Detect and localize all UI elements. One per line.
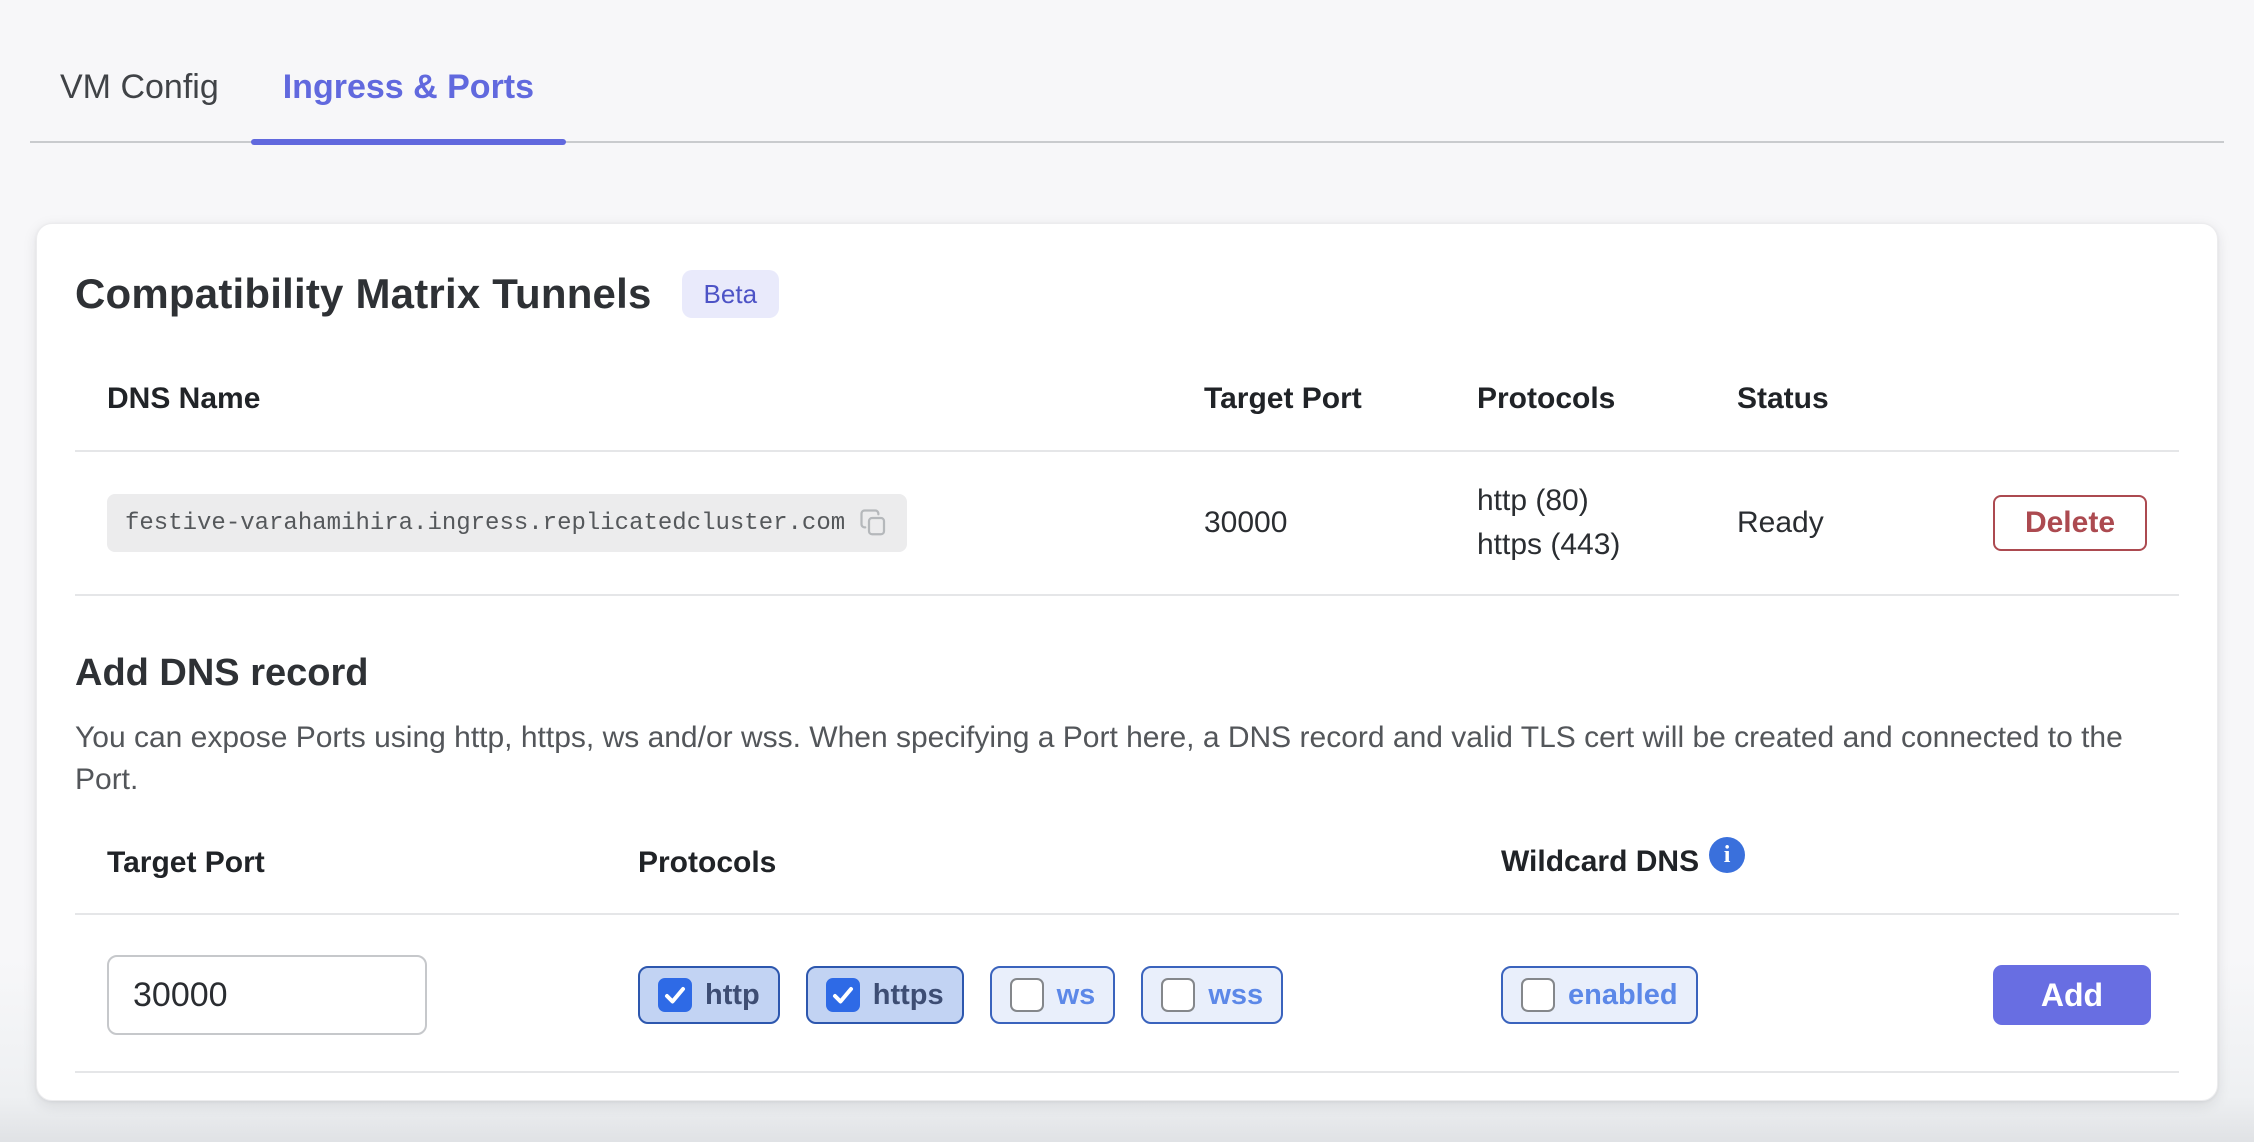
info-icon[interactable]: i — [1709, 837, 1745, 873]
column-header-dns-name: DNS Name — [107, 382, 1204, 416]
delete-button[interactable]: Delete — [1993, 495, 2147, 551]
tab-ingress-ports[interactable]: Ingress & Ports — [251, 68, 566, 141]
row-target-port: 30000 — [1204, 506, 1477, 540]
checkbox-box — [1521, 978, 1555, 1012]
beta-badge: Beta — [682, 270, 780, 318]
checkbox-http[interactable]: http — [638, 966, 780, 1024]
card-title-row: Compatibility Matrix Tunnels Beta — [75, 224, 2179, 318]
table-row: festive-varahamihira.ingress.replicatedc… — [75, 452, 2179, 596]
checkbox-https[interactable]: https — [806, 966, 964, 1024]
form-label-row: Target Port Protocols Wildcard DNS i — [75, 845, 2179, 915]
add-dns-description: You can expose Ports using http, https, … — [75, 717, 2145, 801]
checkbox-wildcard-enabled[interactable]: enabled — [1501, 966, 1698, 1024]
row-status: Ready — [1737, 506, 1993, 540]
tab-bar: VM Config Ingress & Ports — [30, 0, 2224, 143]
column-header-status: Status — [1737, 382, 2147, 416]
checkbox-box — [826, 978, 860, 1012]
row-protocol-https: https (443) — [1477, 528, 1737, 562]
label-target-port: Target Port — [107, 846, 638, 880]
column-header-target-port: Target Port — [1204, 382, 1477, 416]
add-dns-heading: Add DNS record — [75, 652, 2179, 695]
checkbox-box — [1161, 978, 1195, 1012]
add-dns-form-row: http https ws — [75, 915, 2179, 1071]
checkbox-ws-label: ws — [1057, 981, 1096, 1010]
card-footer — [75, 1071, 2179, 1101]
add-button[interactable]: Add — [1993, 965, 2151, 1025]
dns-name-value: festive-varahamihira.ingress.replicatedc… — [125, 510, 845, 537]
label-wildcard-dns: Wildcard DNS — [1501, 845, 1699, 879]
checkbox-ws[interactable]: ws — [990, 966, 1116, 1024]
checkbox-wss-label: wss — [1208, 981, 1263, 1010]
checkbox-enabled-label: enabled — [1568, 981, 1678, 1010]
checkbox-http-label: http — [705, 981, 760, 1010]
row-protocols: http (80) https (443) — [1477, 484, 1737, 562]
checkbox-box — [658, 978, 692, 1012]
checkbox-wss[interactable]: wss — [1141, 966, 1283, 1024]
table-header-row: DNS Name Target Port Protocols Status — [75, 382, 2179, 452]
tunnels-card: Compatibility Matrix Tunnels Beta DNS Na… — [36, 223, 2218, 1101]
column-header-protocols: Protocols — [1477, 382, 1737, 416]
row-protocol-http: http (80) — [1477, 484, 1737, 518]
protocol-checkbox-group: http https ws — [638, 966, 1501, 1024]
target-port-input[interactable] — [107, 955, 427, 1035]
card-title: Compatibility Matrix Tunnels — [75, 270, 652, 318]
label-protocols: Protocols — [638, 846, 1501, 880]
checkbox-https-label: https — [873, 981, 944, 1010]
tab-vm-config[interactable]: VM Config — [28, 68, 251, 141]
checkbox-box — [1010, 978, 1044, 1012]
dns-name-pill: festive-varahamihira.ingress.replicatedc… — [107, 494, 907, 552]
copy-icon[interactable] — [859, 508, 889, 538]
